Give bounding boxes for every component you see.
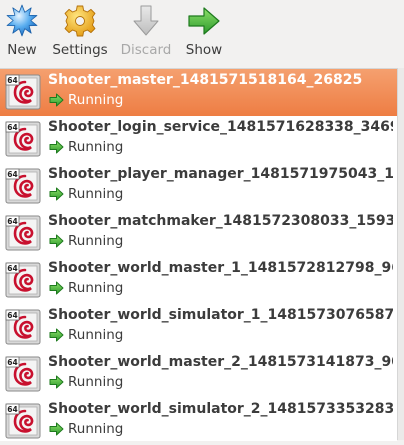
vm-list-item-selected[interactable]: Shooter_master_1481571518164_26825 Runni… bbox=[0, 69, 397, 116]
vm-state: Running bbox=[68, 186, 124, 202]
discard-button-label: Discard bbox=[120, 42, 172, 58]
new-button[interactable]: New bbox=[2, 4, 42, 60]
vm-state: Running bbox=[68, 92, 124, 108]
vm-name: Shooter_master_1481571518164_26825 bbox=[48, 72, 363, 88]
show-button[interactable]: Show bbox=[182, 4, 226, 60]
list-scrollbar[interactable] bbox=[397, 68, 404, 440]
debian-64bit-os-icon bbox=[5, 262, 41, 298]
vm-name: Shooter_login_service_1481571628338_3469… bbox=[48, 119, 393, 135]
debian-64bit-os-icon bbox=[5, 215, 41, 251]
running-arrow-icon bbox=[49, 187, 64, 201]
vm-name: Shooter_matchmaker_1481572308033_15933 bbox=[48, 213, 393, 229]
running-arrow-icon bbox=[49, 234, 64, 248]
vm-name: Shooter_world_master_1_1481572812798_96.… bbox=[48, 260, 393, 276]
running-arrow-icon bbox=[49, 281, 64, 295]
debian-64bit-os-icon bbox=[5, 356, 41, 392]
vm-state: Running bbox=[68, 280, 124, 296]
running-arrow-icon bbox=[49, 93, 64, 107]
vm-state: Running bbox=[68, 139, 124, 155]
vm-list-item[interactable]: Shooter_matchmaker_1481572308033_15933 R… bbox=[0, 210, 397, 257]
vm-state: Running bbox=[68, 327, 124, 343]
show-button-label: Show bbox=[185, 42, 223, 58]
vm-name: Shooter_world_simulator_2_1481573353283.… bbox=[48, 401, 393, 417]
vm-list-item[interactable]: Shooter_world_master_1_1481572812798_96.… bbox=[0, 257, 397, 304]
new-button-label: New bbox=[7, 42, 37, 58]
vm-state: Running bbox=[68, 374, 124, 390]
debian-64bit-os-icon bbox=[5, 121, 41, 157]
running-arrow-icon bbox=[49, 375, 64, 389]
discard-button[interactable]: Discard bbox=[118, 4, 174, 60]
new-vm-starburst-icon bbox=[6, 4, 38, 37]
debian-64bit-os-icon bbox=[5, 168, 41, 204]
vm-name: Shooter_world_simulator_1_1481573076587.… bbox=[48, 307, 393, 323]
vm-state: Running bbox=[68, 421, 124, 437]
debian-64bit-os-icon bbox=[5, 403, 41, 439]
main-toolbar: New Settings Discard Show bbox=[0, 0, 404, 64]
vm-state: Running bbox=[68, 233, 124, 249]
vm-list-item[interactable]: Shooter_login_service_1481571628338_3469… bbox=[0, 116, 397, 163]
vm-name: Shooter_player_manager_1481571975043_1..… bbox=[48, 166, 393, 182]
vm-list-item[interactable]: Shooter_world_simulator_1_1481573076587.… bbox=[0, 304, 397, 351]
debian-64bit-os-icon bbox=[5, 74, 41, 110]
gear-icon bbox=[64, 5, 96, 37]
settings-button-label: Settings bbox=[52, 42, 108, 58]
vm-list-item[interactable]: Shooter_world_simulator_2_1481573353283.… bbox=[0, 398, 397, 445]
vm-list[interactable]: Shooter_master_1481571518164_26825 Runni… bbox=[0, 68, 397, 441]
vm-name: Shooter_world_master_2_1481573141873_90.… bbox=[48, 354, 393, 370]
vm-list-item[interactable]: Shooter_player_manager_1481571975043_1..… bbox=[0, 163, 397, 210]
discard-arrow-down-icon bbox=[133, 5, 159, 36]
running-arrow-icon bbox=[49, 140, 64, 154]
running-arrow-icon bbox=[49, 328, 64, 342]
debian-64bit-os-icon bbox=[5, 309, 41, 345]
show-arrow-right-icon bbox=[188, 7, 220, 35]
settings-button[interactable]: Settings bbox=[50, 4, 110, 60]
running-arrow-icon bbox=[49, 422, 64, 436]
vm-list-item[interactable]: Shooter_world_master_2_1481573141873_90.… bbox=[0, 351, 397, 398]
